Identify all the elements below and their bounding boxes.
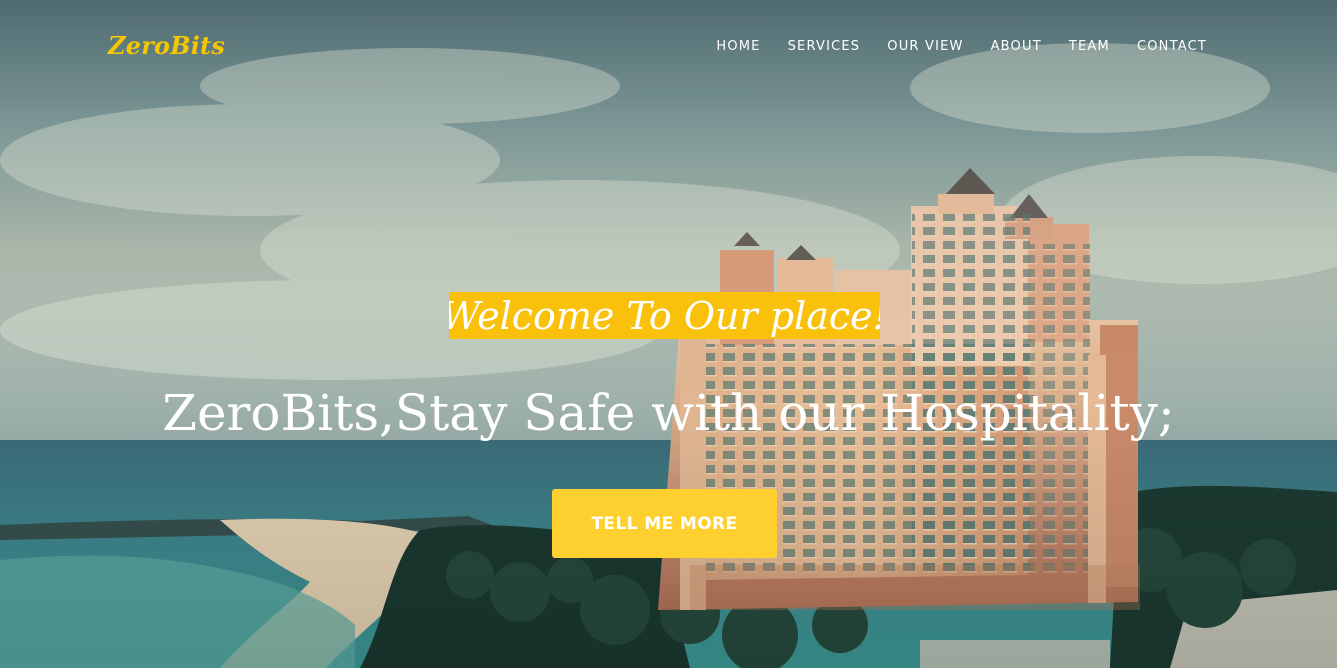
tell-me-more-button[interactable]: TELL ME MORE xyxy=(552,489,777,558)
hero-section: ZeroBits HOME SERVICES OUR VIEW ABOUT TE… xyxy=(0,0,1337,668)
nav-team-link[interactable]: TEAM xyxy=(1069,39,1110,54)
welcome-banner: Welcome To Our place! xyxy=(449,292,880,339)
nav-contact-link[interactable]: CONTACT xyxy=(1137,39,1207,54)
nav-about-link[interactable]: ABOUT xyxy=(991,39,1042,54)
brand-logo[interactable]: ZeroBits xyxy=(108,31,225,60)
main-menu: HOME SERVICES OUR VIEW ABOUT TEAM CONTAC… xyxy=(716,39,1207,54)
hero-headline: ZeroBits,Stay Safe with our Hospitality; xyxy=(162,384,1175,442)
nav-home-link[interactable]: HOME xyxy=(716,39,760,54)
top-navigation: ZeroBits HOME SERVICES OUR VIEW ABOUT TE… xyxy=(0,0,1337,92)
nav-our-view-link[interactable]: OUR VIEW xyxy=(887,39,963,54)
nav-services-link[interactable]: SERVICES xyxy=(788,39,861,54)
